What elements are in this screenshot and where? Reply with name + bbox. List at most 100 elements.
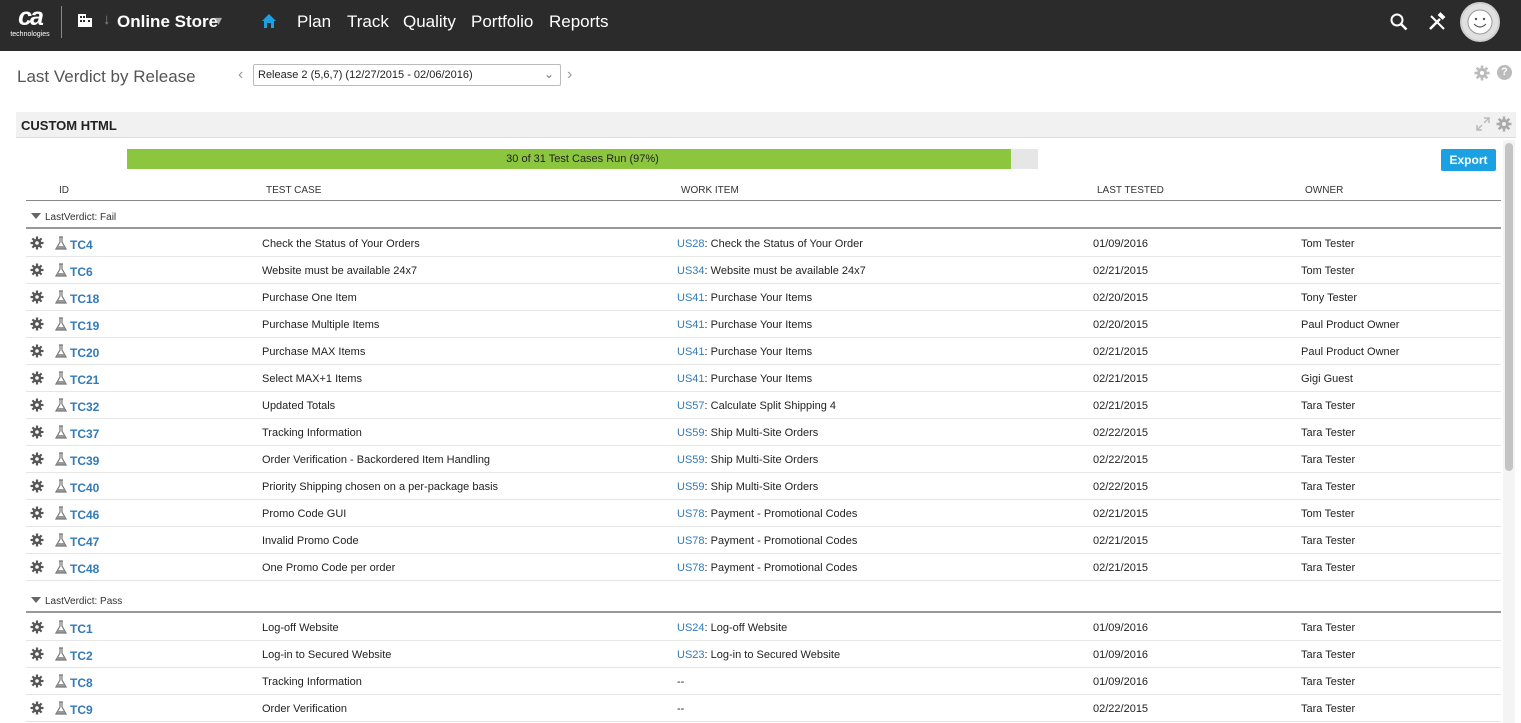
column-header-last-tested[interactable]: LAST TESTED (1097, 185, 1164, 196)
chevron-down-icon[interactable]: ▾ (215, 12, 222, 29)
next-release-chevron-icon[interactable]: › (567, 66, 572, 84)
nav-track[interactable]: Track (347, 12, 389, 32)
test-case-id-link[interactable]: TC9 (70, 703, 93, 717)
test-case-id-link[interactable]: TC47 (70, 535, 99, 549)
column-header-owner[interactable]: OWNER (1305, 185, 1343, 196)
table-row[interactable]: TC9 Order Verification -- 02/22/2015 Tara Te… (26, 695, 1501, 722)
table-row[interactable]: TC37 Tracking Information US59: Ship Multi… (26, 419, 1501, 446)
panel-gear-icon[interactable] (1496, 116, 1512, 132)
work-item-id-link[interactable]: US41 (677, 292, 705, 304)
group-header[interactable]: LastVerdict: Fail (26, 200, 1501, 229)
table-row[interactable]: TC20 Purchase MAX Items US41: Purchase You… (26, 338, 1501, 365)
export-button[interactable]: Export (1441, 149, 1496, 171)
test-case-id-link[interactable]: TC18 (70, 292, 99, 306)
test-case-id-link[interactable]: TC48 (70, 562, 99, 576)
tools-icon[interactable] (1427, 12, 1447, 32)
test-case-id-link[interactable]: TC2 (70, 649, 93, 663)
work-item-id-link[interactable]: US41 (677, 373, 705, 385)
test-case-id-link[interactable]: TC32 (70, 400, 99, 414)
column-header-work-item[interactable]: WORK ITEM (681, 185, 739, 196)
column-header-id[interactable]: ID (59, 185, 69, 196)
work-item-id-link[interactable]: US57 (677, 400, 705, 412)
table-row[interactable]: TC32 Updated Totals US57: Calculate Split … (26, 392, 1501, 419)
row-gear-icon[interactable] (30, 263, 44, 277)
help-icon[interactable]: ? (1497, 65, 1512, 80)
row-gear-icon[interactable] (30, 290, 44, 304)
table-row[interactable]: TC48 One Promo Code per order US78: Paymen… (26, 554, 1501, 581)
ca-logo[interactable]: ca technologies (6, 3, 54, 43)
previous-release-chevron-icon[interactable]: ‹ (238, 66, 243, 84)
row-gear-icon[interactable] (30, 647, 44, 661)
row-gear-icon[interactable] (30, 674, 44, 688)
test-case-id-link[interactable]: TC20 (70, 346, 99, 360)
row-gear-icon[interactable] (30, 620, 44, 634)
table-row[interactable]: TC19 Purchase Multiple Items US41: Purchas… (26, 311, 1501, 338)
test-case-id-link[interactable]: TC37 (70, 427, 99, 441)
table-row[interactable]: TC18 Purchase One Item US41: Purchase Your… (26, 284, 1501, 311)
test-case-id-link[interactable]: TC19 (70, 319, 99, 333)
work-item-id-link[interactable]: US24 (677, 622, 705, 634)
table-row[interactable]: TC4 Check the Status of Your Orders US28: … (26, 230, 1501, 257)
release-select[interactable]: Release 2 (5,6,7) (12/27/2015 - 02/06/20… (253, 64, 561, 86)
expand-icon[interactable] (1476, 117, 1490, 131)
gear-icon[interactable] (1474, 65, 1490, 81)
table-row[interactable]: TC6 Website must be available 24x7 US34: W… (26, 257, 1501, 284)
scrollbar[interactable] (1503, 140, 1515, 723)
nav-portfolio[interactable]: Portfolio (471, 12, 533, 32)
work-item-id-link[interactable]: US41 (677, 346, 705, 358)
nav-plan[interactable]: Plan (297, 12, 331, 32)
table-row[interactable]: TC39 Order Verification - Backordered Ite… (26, 446, 1501, 473)
row-gear-icon[interactable] (30, 452, 44, 466)
work-item-id-link[interactable]: US78 (677, 508, 705, 520)
work-item-id-link[interactable]: US23 (677, 649, 705, 661)
work-item-id-link[interactable]: US59 (677, 481, 705, 493)
building-icon[interactable] (77, 12, 93, 28)
collapse-triangle-icon[interactable] (31, 597, 41, 603)
work-item-id-link[interactable]: US28 (677, 238, 705, 250)
test-case-id-link[interactable]: TC40 (70, 481, 99, 495)
table-row[interactable]: TC1 Log-off Website US24: Log-off Website 0… (26, 614, 1501, 641)
scrollbar-thumb[interactable] (1505, 143, 1513, 471)
owner-name: Tara Tester (1301, 676, 1356, 688)
group-header[interactable]: LastVerdict: Pass (26, 584, 1501, 613)
work-item-id-link[interactable]: US41 (677, 319, 705, 331)
collapse-triangle-icon[interactable] (31, 213, 41, 219)
row-gear-icon[interactable] (30, 533, 44, 547)
work-item-id-link[interactable]: US78 (677, 535, 705, 547)
nav-reports[interactable]: Reports (549, 12, 609, 32)
row-gear-icon[interactable] (30, 317, 44, 331)
column-header-test-case[interactable]: TEST CASE (266, 185, 321, 196)
home-icon[interactable] (261, 13, 277, 29)
work-item-id-link[interactable]: US78 (677, 562, 705, 574)
table-row[interactable]: TC47 Invalid Promo Code US78: Payment - Pr… (26, 527, 1501, 554)
row-gear-icon[interactable] (30, 425, 44, 439)
table-row[interactable]: TC2 Log-in to Secured Website US23: Log-in… (26, 641, 1501, 668)
test-case-id-link[interactable]: TC6 (70, 265, 93, 279)
row-gear-icon[interactable] (30, 560, 44, 574)
table-row[interactable]: TC8 Tracking Information -- 01/09/2016 Tara … (26, 668, 1501, 695)
work-item-id-link[interactable]: US59 (677, 427, 705, 439)
work-item-id-link[interactable]: US34 (677, 265, 705, 277)
test-case-id-link[interactable]: TC39 (70, 454, 99, 468)
row-gear-icon[interactable] (30, 236, 44, 250)
row-gear-icon[interactable] (30, 506, 44, 520)
user-avatar[interactable] (1460, 2, 1500, 42)
row-gear-icon[interactable] (30, 398, 44, 412)
row-gear-icon[interactable] (30, 701, 44, 715)
nav-quality[interactable]: Quality (403, 12, 456, 32)
project-picker[interactable]: Online Store (117, 12, 218, 32)
search-icon[interactable] (1390, 13, 1408, 31)
table-row[interactable]: TC21 Select MAX+1 Items US41: Purchase You… (26, 365, 1501, 392)
table-row[interactable]: TC40 Priority Shipping chosen on a per-pa… (26, 473, 1501, 500)
test-case-flask-icon (54, 344, 68, 358)
test-case-id-link[interactable]: TC4 (70, 238, 93, 252)
test-case-id-link[interactable]: TC8 (70, 676, 93, 690)
row-gear-icon[interactable] (30, 344, 44, 358)
table-row[interactable]: TC46 Promo Code GUI US78: Payment - Promot… (26, 500, 1501, 527)
test-case-id-link[interactable]: TC46 (70, 508, 99, 522)
row-gear-icon[interactable] (30, 479, 44, 493)
test-case-id-link[interactable]: TC21 (70, 373, 99, 387)
row-gear-icon[interactable] (30, 371, 44, 385)
test-case-id-link[interactable]: TC1 (70, 622, 93, 636)
work-item-id-link[interactable]: US59 (677, 454, 705, 466)
